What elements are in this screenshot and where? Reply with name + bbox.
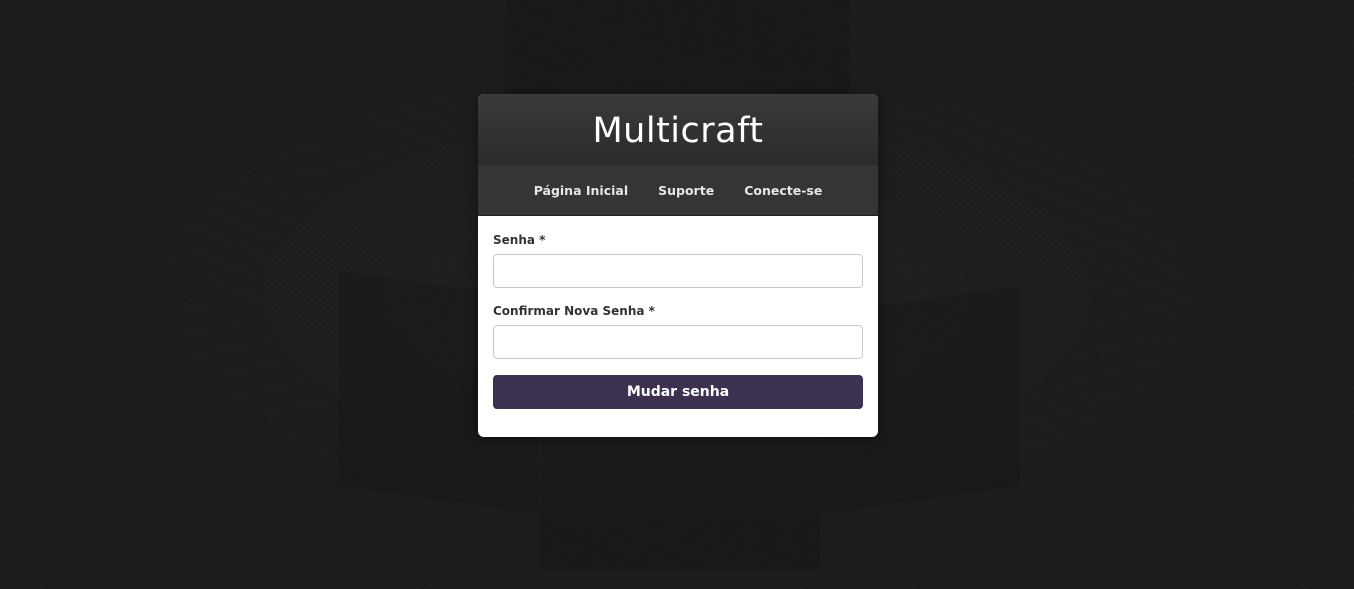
background-shape (505, 0, 850, 95)
background-shape (540, 440, 820, 570)
site-title: Multicraft (592, 110, 764, 151)
nav-link-login[interactable]: Conecte-se (744, 183, 822, 198)
password-label: Senha * (493, 233, 546, 247)
confirm-password-input[interactable] (493, 325, 863, 359)
panel-header: Multicraft (478, 94, 878, 165)
confirm-password-label: Confirmar Nova Senha * (493, 304, 655, 318)
nav-link-home[interactable]: Página Inicial (534, 183, 628, 198)
change-password-button[interactable]: Mudar senha (493, 375, 863, 409)
form-body: Senha * Confirmar Nova Senha * Mudar sen… (478, 216, 878, 409)
login-panel: Multicraft Página Inicial Suporte Conect… (478, 94, 878, 437)
password-input[interactable] (493, 254, 863, 288)
main-nav: Página Inicial Suporte Conecte-se (478, 165, 878, 216)
nav-link-support[interactable]: Suporte (658, 183, 714, 198)
